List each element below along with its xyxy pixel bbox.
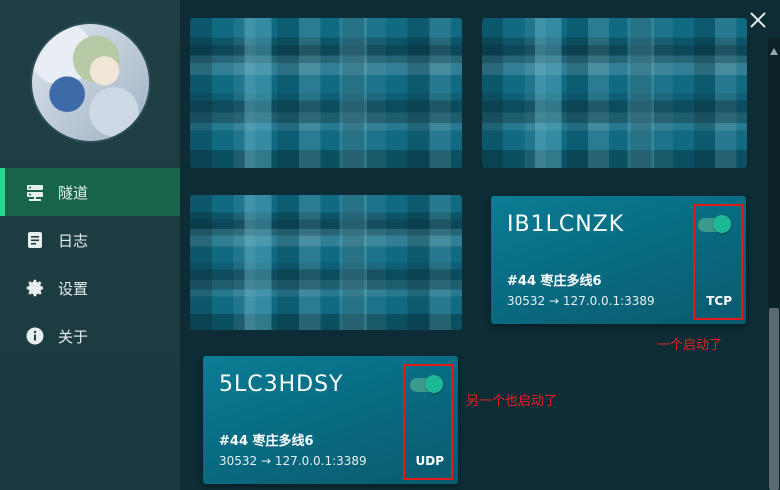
obscured-card (190, 18, 462, 168)
tunnel-node: #44 枣庄多线6 (219, 434, 314, 449)
scroll-up-icon[interactable] (770, 42, 778, 55)
document-icon (24, 229, 46, 251)
tunnel-node: #44 枣庄多线6 (507, 274, 602, 289)
tunnel-address: 30532 → 127.0.0.1:3389 (507, 294, 655, 308)
tunnel-card[interactable]: 5LC3HDSY #44 枣庄多线6 30532 → 127.0.0.1:338… (203, 356, 458, 484)
tunnel-address: 30532 → 127.0.0.1:3389 (219, 454, 367, 468)
avatar[interactable] (30, 22, 151, 143)
server-icon (24, 181, 46, 203)
info-icon (24, 325, 46, 347)
sidebar-item-about[interactable]: 关于 (0, 312, 180, 360)
annotation-note: 一个启动了 (657, 338, 723, 353)
sidebar-item-label: 隧道 (58, 183, 89, 202)
obscured-card (482, 18, 747, 168)
sidebar: 隧道 日志 设置 关于 (0, 0, 180, 490)
tunnel-protocol: UDP (415, 454, 445, 468)
tunnel-name: IB1LCNZK (507, 212, 625, 237)
sidebar-item-settings[interactable]: 设置 (0, 264, 180, 312)
annotation-note: 另一个也启动了 (466, 394, 558, 409)
obscured-card (190, 195, 462, 330)
gear-icon (24, 277, 46, 299)
main-panel: IB1LCNZK #44 枣庄多线6 30532 → 127.0.0.1:338… (180, 0, 780, 490)
sidebar-item-tunnels[interactable]: 隧道 (0, 168, 180, 216)
sidebar-item-label: 日志 (58, 231, 89, 250)
sidebar-item-label: 设置 (58, 279, 89, 298)
close-icon (750, 12, 766, 28)
tunnel-name: 5LC3HDSY (219, 372, 344, 397)
scrollbar-thumb[interactable] (769, 308, 779, 490)
tunnel-card[interactable]: IB1LCNZK #44 枣庄多线6 30532 → 127.0.0.1:338… (491, 196, 746, 324)
tunnel-toggle[interactable] (698, 215, 731, 233)
close-button[interactable] (748, 10, 768, 30)
sidebar-nav: 隧道 日志 设置 关于 (0, 168, 180, 360)
sidebar-item-logs[interactable]: 日志 (0, 216, 180, 264)
sidebar-item-label: 关于 (58, 327, 89, 346)
tunnel-toggle[interactable] (410, 375, 443, 393)
tunnel-protocol: TCP (706, 294, 732, 308)
